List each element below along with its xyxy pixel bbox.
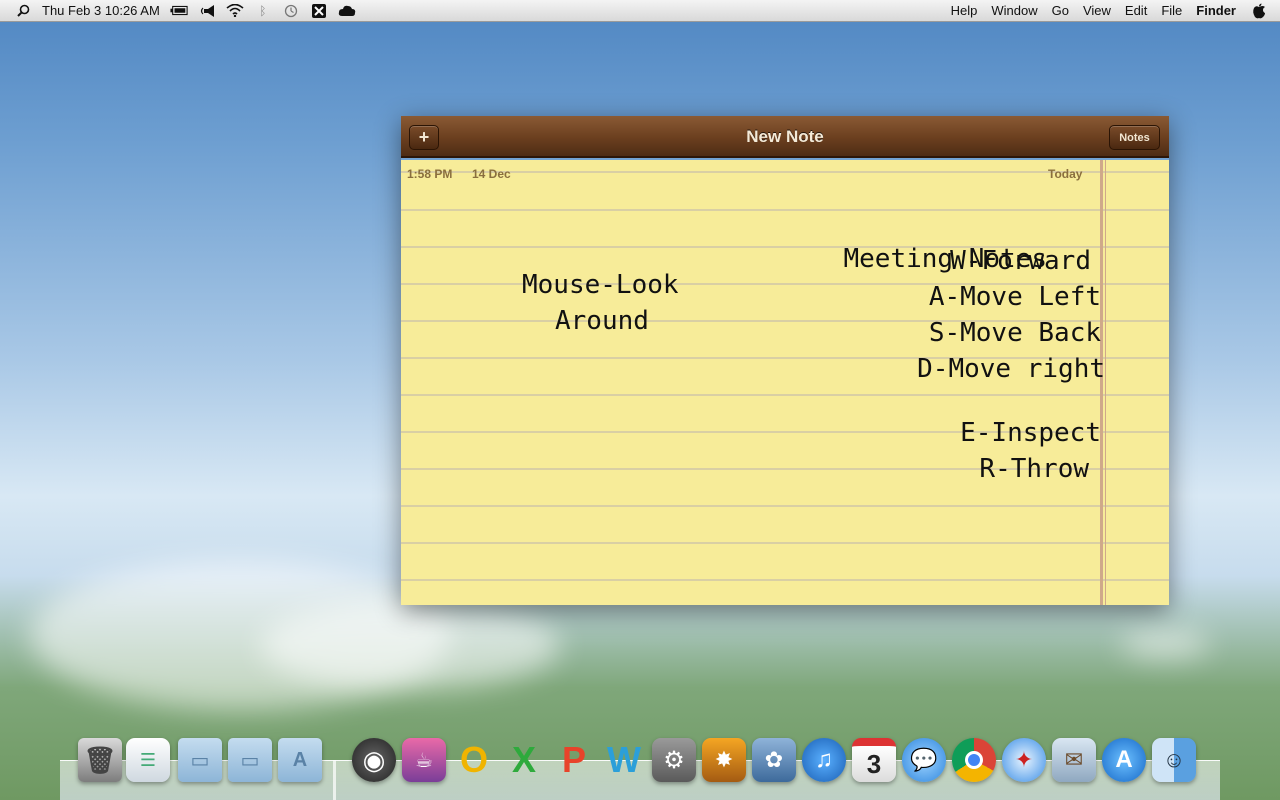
paper-margin-line — [1105, 160, 1106, 605]
mail-icon[interactable]: ✉ — [1052, 738, 1096, 782]
volume-icon[interactable] — [198, 4, 216, 18]
spotlight-search-icon[interactable] — [14, 4, 32, 18]
dock-separator — [333, 760, 336, 800]
note-paper[interactable]: 1:58 PM 14 Dec Today Meeting Notes W-For… — [401, 160, 1169, 605]
note-line-w: W-Forward — [950, 246, 1091, 276]
menubar-clock[interactable]: Thu Feb 3 10:26 AM — [42, 3, 160, 18]
note-line-e: E-Inspect — [960, 418, 1101, 448]
menu-file[interactable]: File — [1161, 3, 1182, 18]
time-machine-icon[interactable] — [282, 4, 300, 18]
dropbox-icon[interactable] — [338, 4, 356, 18]
add-note-button[interactable]: + — [409, 125, 439, 150]
notes-list-button[interactable]: Notes — [1109, 125, 1160, 150]
system-preferences-icon[interactable]: ⚙ — [652, 738, 696, 782]
excel-icon[interactable]: X — [502, 738, 546, 782]
menu-help[interactable]: Help — [951, 3, 978, 18]
status-area: Thu Feb 3 10:26 AM ᛒ — [0, 0, 356, 22]
ichat-icon[interactable]: 💬 — [902, 738, 946, 782]
photo-app-icon[interactable]: ✸ — [702, 738, 746, 782]
alfred-icon[interactable]: ◉ — [352, 738, 396, 782]
word-icon[interactable]: W — [602, 738, 646, 782]
apple-icon[interactable] — [1250, 3, 1268, 18]
note-date: 14 Dec — [472, 167, 511, 181]
outlook-icon[interactable]: O — [452, 738, 496, 782]
applications-folder-icon[interactable]: A — [278, 738, 322, 782]
note-line-a: A-Move Left — [928, 282, 1101, 312]
menu-view[interactable]: View — [1083, 3, 1111, 18]
notes-toolbar: New Note + Notes — [401, 116, 1169, 158]
chrome-icon[interactable] — [952, 738, 996, 782]
notes-window: New Note + Notes 1:58 PM 14 Dec Today Me… — [401, 116, 1169, 605]
note-line-r: R-Throw — [979, 454, 1089, 484]
trash-icon[interactable]: 🗑 — [78, 738, 122, 782]
photo-booth-icon[interactable]: ☕ — [402, 738, 446, 782]
powerpoint-icon[interactable]: P — [552, 738, 596, 782]
menus-area: Help Window Go View Edit File Finder — [951, 0, 1280, 22]
documents-folder-icon[interactable]: ▭ — [178, 738, 222, 782]
safari-icon[interactable]: ✦ — [1002, 738, 1046, 782]
menu-bar: Thu Feb 3 10:26 AM ᛒ Help Window Go View… — [0, 0, 1280, 22]
x-app-icon[interactable] — [310, 3, 328, 18]
wifi-icon[interactable] — [226, 4, 244, 18]
app-store-icon[interactable]: A — [1102, 738, 1146, 782]
finder-icon[interactable]: ☺ — [1152, 738, 1196, 782]
menu-window[interactable]: Window — [991, 3, 1037, 18]
battery-icon[interactable] — [170, 4, 188, 18]
ical-day: 3 — [866, 748, 882, 779]
note-line-s: S-Move Back — [928, 318, 1101, 348]
note-line-mouse-look: Mouse-Look — [522, 270, 679, 300]
downloads-folder-icon[interactable]: ▭ — [228, 738, 272, 782]
itunes-icon[interactable]: ♫ — [802, 738, 846, 782]
iphoto-icon[interactable]: ✿ — [752, 738, 796, 782]
cloud — [1120, 630, 1210, 658]
note-title: New Note — [746, 127, 824, 146]
bluetooth-icon[interactable]: ᛒ — [254, 4, 272, 18]
note-line-d: D-Move right — [917, 354, 1105, 384]
ical-icon[interactable]: 3 — [852, 738, 896, 782]
preview-doc-icon[interactable]: ☰ — [126, 738, 170, 782]
menu-go[interactable]: Go — [1052, 3, 1069, 18]
menu-edit[interactable]: Edit — [1125, 3, 1147, 18]
note-time: 1:58 PM — [407, 167, 453, 181]
note-line-around: Around — [555, 306, 649, 336]
note-today-label: Today — [1048, 167, 1083, 181]
menu-app-finder[interactable]: Finder — [1196, 3, 1236, 18]
cloud — [260, 600, 560, 690]
